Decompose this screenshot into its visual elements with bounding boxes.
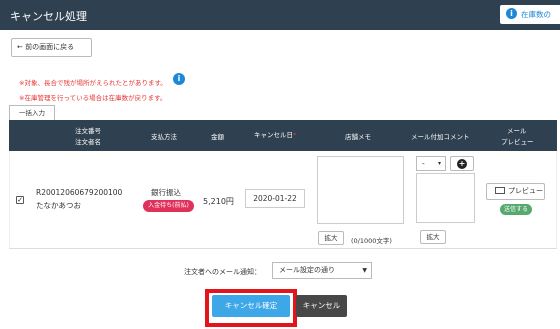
memo-char-count: (0/1000文字) (351, 237, 392, 245)
chevron-down-icon: ▼ (362, 267, 367, 274)
cancel-date-input[interactable]: 2020-01-22 (245, 189, 305, 208)
required-mark: * (293, 131, 297, 139)
warning-text-2: ※在庫管理を行っている場合は在庫数が戻ります。 (19, 94, 167, 102)
back-button[interactable]: ← 前の画面に戻る (11, 38, 92, 57)
row-checkbox[interactable]: ✓ (16, 196, 24, 204)
chevron-down-icon: ▾ (437, 160, 441, 167)
header-mail-preview-1: メール (507, 127, 527, 135)
comment-expand-button[interactable]: 拡大 (420, 230, 446, 244)
plus-icon: + (457, 159, 467, 169)
header-payment-method: 支払方法 (151, 133, 177, 141)
header-amount: 金額 (211, 133, 224, 141)
header-mail-preview-2: プレビュー (501, 138, 534, 146)
header-memo: 店舗メモ (345, 133, 371, 141)
header-order-name: 注文者名 (75, 138, 101, 146)
preview-label: プレビュー (508, 187, 543, 195)
confirm-cancel-button[interactable]: キャンセル確定 (212, 295, 290, 317)
header-order-no: 注文番号 (75, 127, 101, 135)
memo-textarea[interactable] (317, 156, 404, 224)
amount: 5,210円 (203, 197, 234, 206)
notify-label: 注文者へのメール通知： (184, 268, 261, 276)
stock-link-label: 在庫数の (521, 10, 551, 19)
mail-preview-button[interactable]: プレビュー (486, 183, 545, 200)
send-status-badge[interactable]: 送信する (500, 204, 532, 215)
page-header: キャンセル処理 i 在庫数の (0, 0, 560, 30)
page-title: キャンセル処理 (10, 10, 87, 23)
mail-comment-textarea[interactable] (416, 173, 475, 223)
envelope-icon (495, 187, 505, 194)
comment-template-select[interactable]: - ▾ (416, 156, 446, 171)
add-comment-button[interactable]: + (450, 156, 474, 171)
payment-method: 銀行振込 (151, 188, 181, 197)
memo-expand-button[interactable]: 拡大 (318, 231, 344, 245)
comment-template-value: - (422, 159, 425, 168)
header-cancel-date: キャンセル日* (254, 131, 297, 139)
order-name: たなかあつお (36, 201, 81, 210)
cancel-button[interactable]: キャンセル (296, 295, 347, 317)
header-mail-comment: メール付加コメント (411, 133, 470, 141)
payment-status-badge: 入金待ち(前払) (143, 200, 194, 212)
info-icon: i (506, 8, 517, 19)
order-number: R20012060679200100 (36, 188, 123, 197)
bulk-input-button[interactable]: 一括入力 (9, 105, 55, 120)
notify-select[interactable]: メール設定の通り ▼ (272, 262, 372, 279)
table-header: 注文番号 注文者名 支払方法 金額 キャンセル日* 店舗メモ メール付加コメント… (9, 120, 557, 151)
warning-text-1: ※対象、長合で残が場所がえられたとがあります。 (19, 79, 167, 87)
notify-selected-value: メール設定の通り (279, 266, 335, 274)
stock-link[interactable]: i 在庫数の (500, 5, 560, 24)
help-info-icon[interactable]: i (173, 73, 185, 85)
